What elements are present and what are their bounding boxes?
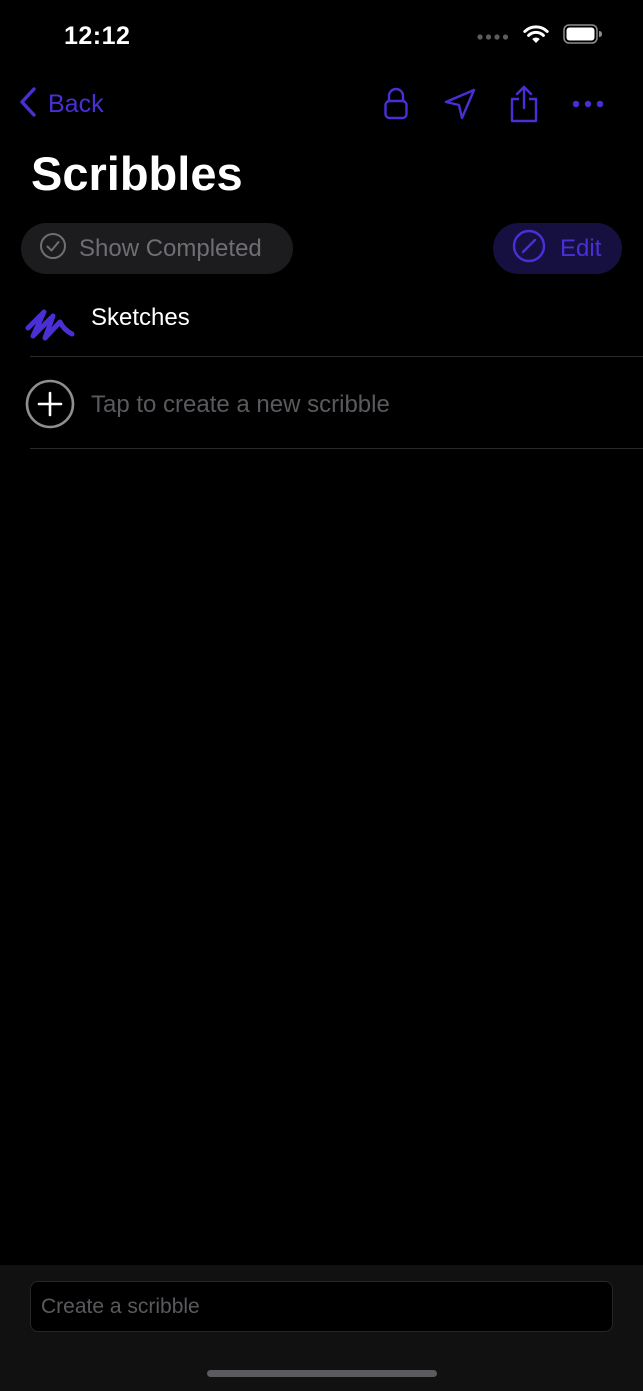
show-completed-button[interactable]: Show Completed	[21, 223, 293, 274]
bottom-bar	[0, 1265, 643, 1391]
list-item-label: Sketches	[91, 304, 190, 331]
wifi-icon	[523, 24, 549, 49]
battery-icon	[563, 24, 603, 49]
create-scribble-input[interactable]	[30, 1281, 613, 1332]
home-indicator	[207, 1370, 437, 1377]
nav-actions	[379, 84, 605, 124]
plus-circle-icon	[24, 379, 76, 431]
lock-icon[interactable]	[379, 84, 413, 124]
show-completed-label: Show Completed	[79, 234, 262, 262]
back-label: Back	[48, 90, 104, 118]
checkmark-circle-icon	[39, 232, 67, 265]
more-icon[interactable]	[571, 84, 605, 124]
share-icon[interactable]	[507, 84, 541, 124]
scribble-icon	[24, 294, 76, 346]
divider	[30, 448, 643, 449]
signal-dots-icon	[477, 28, 509, 46]
list-item[interactable]: Sketches	[0, 280, 643, 356]
location-arrow-icon[interactable]	[443, 84, 477, 124]
chevron-left-icon	[18, 86, 38, 123]
pencil-circle-icon	[512, 229, 546, 268]
scribble-list: Sketches	[0, 280, 643, 356]
new-scribble-label: Tap to create a new scribble	[91, 391, 390, 418]
edit-label: Edit	[560, 234, 602, 262]
status-bar: 12:12	[0, 0, 643, 72]
back-button[interactable]: Back	[18, 86, 104, 123]
new-scribble-button[interactable]: Tap to create a new scribble	[0, 357, 643, 448]
status-icons	[477, 24, 603, 49]
nav-bar: Back	[0, 80, 643, 130]
page-title: Scribbles	[31, 147, 243, 200]
status-time: 12:12	[64, 22, 131, 50]
edit-button[interactable]: Edit	[493, 223, 622, 274]
